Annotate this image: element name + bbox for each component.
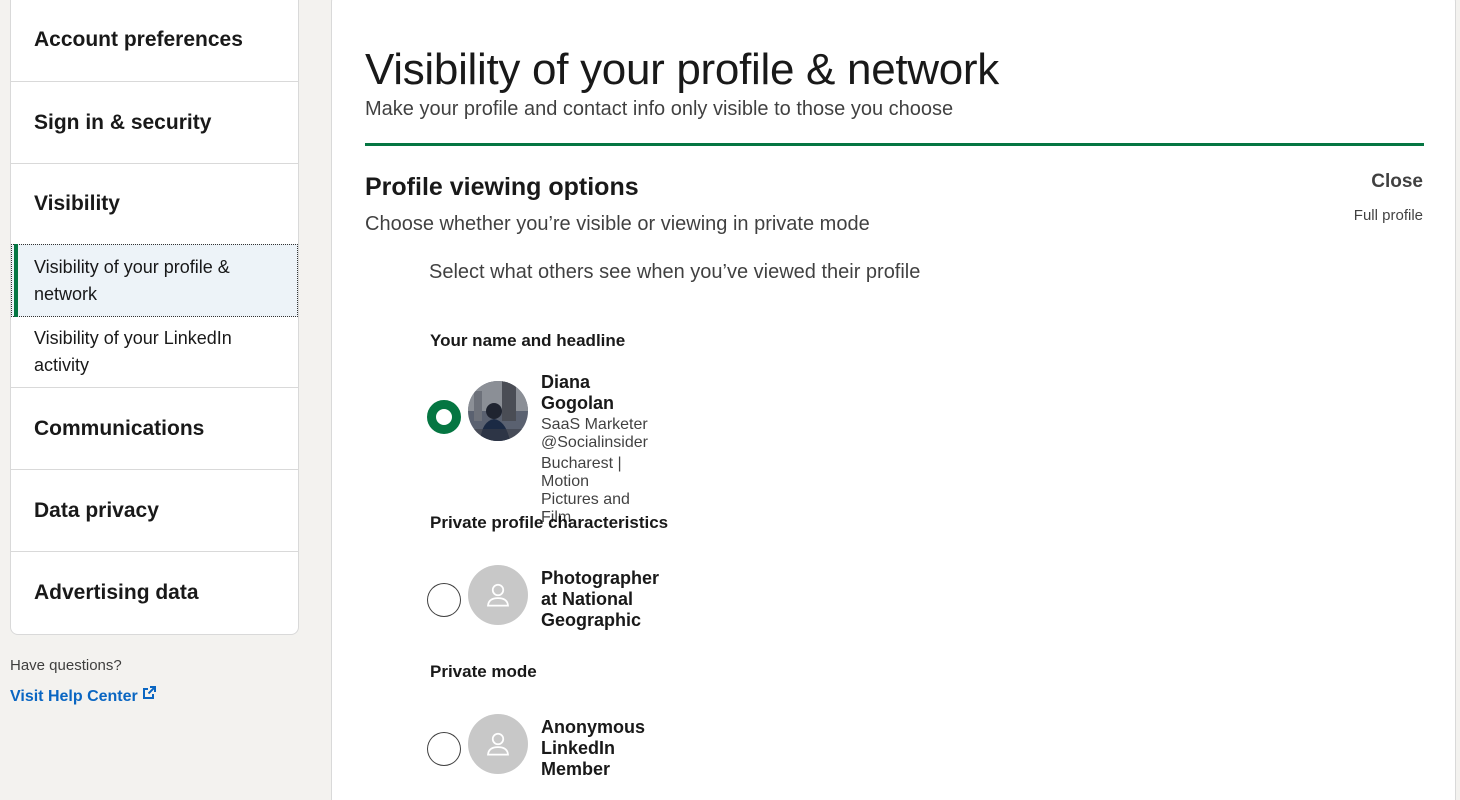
option-text: Photographer at National Geographic bbox=[541, 568, 668, 631]
radio-private-characteristics[interactable] bbox=[427, 583, 461, 617]
section-divider bbox=[365, 143, 1424, 146]
nav-data-privacy[interactable]: Data privacy bbox=[11, 470, 298, 552]
member-headline: SaaS Marketer @Socialinsider bbox=[541, 416, 648, 451]
option-private-mode: Private mode Anonymous LinkedIn Member bbox=[427, 662, 645, 779]
option-text: Diana Gogolan SaaS Marketer @Socialinsid… bbox=[541, 372, 648, 527]
option-text: Anonymous LinkedIn Member bbox=[541, 717, 645, 780]
settings-sidebar: Account preferences Sign in & security V… bbox=[10, 0, 299, 706]
page-subtitle: Make your profile and contact info only … bbox=[365, 98, 954, 120]
settings-nav-card: Account preferences Sign in & security V… bbox=[10, 0, 299, 635]
help-center-link-label: Visit Help Center bbox=[10, 688, 138, 705]
ghost-person-icon bbox=[468, 565, 528, 625]
option-row[interactable]: Anonymous LinkedIn Member bbox=[427, 696, 645, 779]
help-center-link[interactable]: Visit Help Center bbox=[10, 686, 157, 706]
option-heading: Private mode bbox=[430, 662, 537, 681]
member-name: Diana Gogolan bbox=[541, 372, 614, 413]
nav-communications[interactable]: Communications bbox=[11, 388, 298, 470]
option-heading: Your name and headline bbox=[430, 331, 626, 350]
option-name-headline: Your name and headline Diana Gogolan Saa… bbox=[427, 331, 648, 526]
nav-visibility[interactable]: Visibility bbox=[11, 164, 298, 244]
option-private-characteristics: Private profile characteristics Photogra… bbox=[427, 513, 669, 630]
option-heading: Private profile characteristics bbox=[430, 513, 669, 532]
radio-private-mode[interactable] bbox=[427, 732, 461, 766]
page-title: Visibility of your profile & network bbox=[365, 45, 999, 94]
external-link-icon bbox=[142, 686, 156, 699]
nav-advertising-data[interactable]: Advertising data bbox=[11, 552, 298, 634]
nav-visibility-group: Visibility Visibility of your profile & … bbox=[11, 164, 298, 388]
radio-name-headline[interactable] bbox=[427, 400, 461, 434]
ghost-person-icon bbox=[468, 714, 528, 774]
private-characteristics-label: Photographer at National Geographic bbox=[541, 568, 660, 630]
nav-sign-in-security[interactable]: Sign in & security bbox=[11, 82, 298, 164]
close-button[interactable]: Close bbox=[1371, 171, 1423, 193]
current-setting-value: Full profile bbox=[1353, 207, 1423, 224]
option-row[interactable]: Diana Gogolan SaaS Marketer @Socialinsid… bbox=[427, 372, 648, 526]
nav-sub-visibility-profile-network[interactable]: Visibility of your profile & network bbox=[11, 244, 298, 317]
avatar bbox=[468, 381, 528, 441]
option-row[interactable]: Photographer at National Geographic bbox=[427, 547, 668, 630]
settings-main-panel: Visibility of your profile & network Mak… bbox=[331, 0, 1456, 800]
anonymous-member-label: Anonymous LinkedIn Member bbox=[541, 717, 646, 779]
nav-account-preferences[interactable]: Account preferences bbox=[11, 0, 298, 82]
section-title: Profile viewing options bbox=[365, 173, 639, 201]
instruction-text: Select what others see when you’ve viewe… bbox=[429, 261, 921, 283]
nav-sub-visibility-linkedin-activity[interactable]: Visibility of your LinkedIn activity bbox=[11, 317, 298, 387]
help-question: Have questions? bbox=[10, 657, 122, 674]
section-description: Choose whether you’re visible or viewing… bbox=[365, 213, 870, 235]
